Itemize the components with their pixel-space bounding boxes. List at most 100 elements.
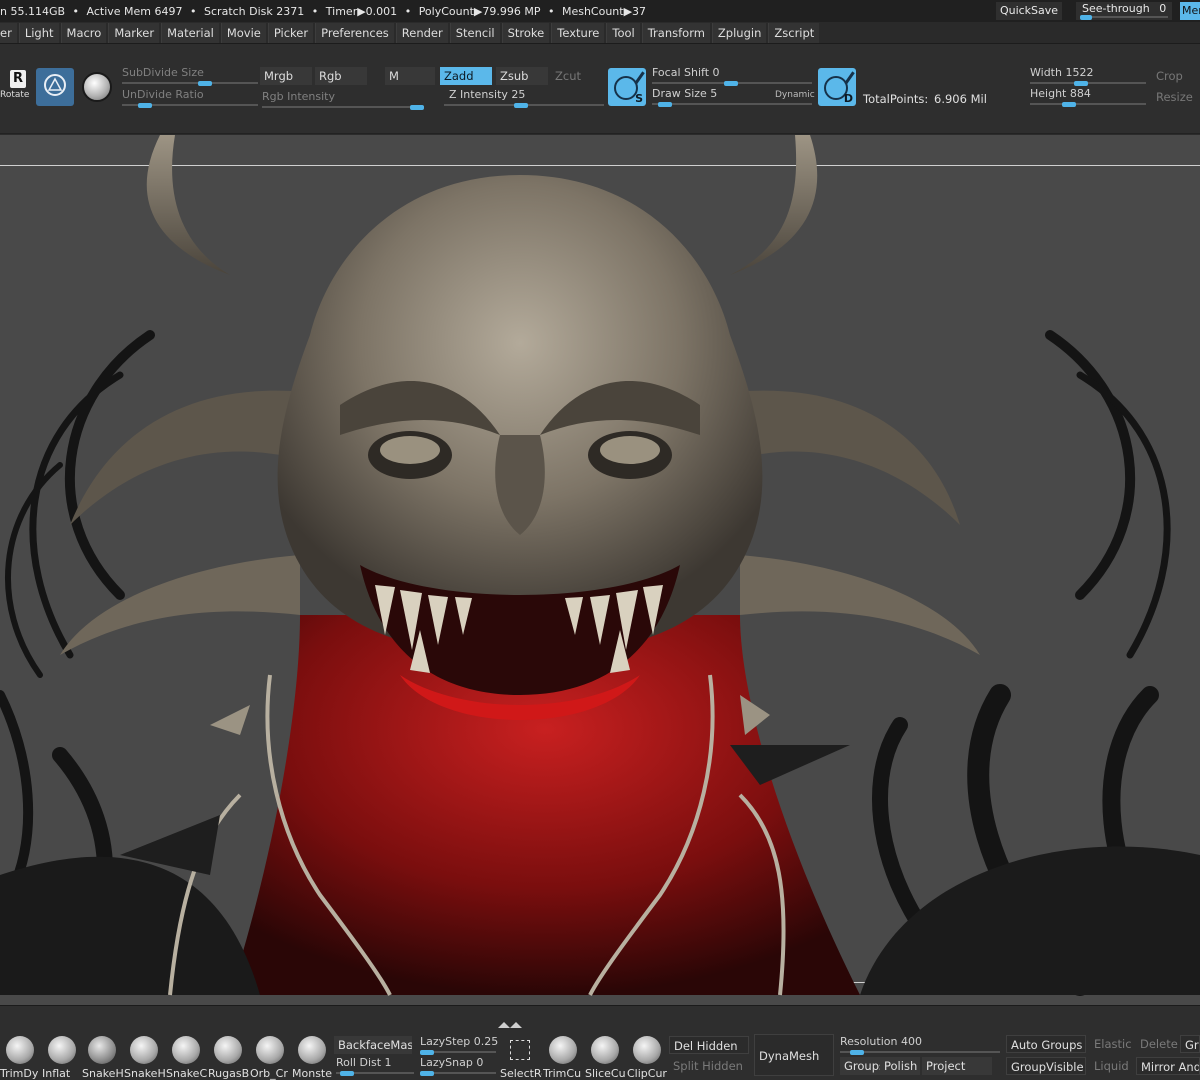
total-points-value: 6.906 Mil: [934, 92, 987, 106]
snakehook-brush-icon: [88, 1036, 116, 1064]
polish-button[interactable]: Polish: [880, 1057, 920, 1075]
select-rect-icon: [510, 1040, 530, 1060]
menu-item-stroke[interactable]: Stroke: [501, 22, 550, 43]
lazy-snap-slider[interactable]: LazySnap 0: [420, 1056, 496, 1076]
active-mem: Active Mem 6497: [86, 4, 183, 18]
tool-clip-curve[interactable]: ClipCur: [627, 1034, 667, 1080]
brush-monster[interactable]: Monste: [292, 1034, 332, 1080]
subdivide-size-knob[interactable]: [198, 81, 212, 86]
free-mem: n 55.114GB: [0, 4, 66, 18]
mirror-and-weld-button[interactable]: Mirror And: [1136, 1057, 1200, 1075]
tool-trim-curve[interactable]: TrimCu: [543, 1034, 583, 1080]
brush-rugasbump[interactable]: RugasB: [208, 1034, 249, 1080]
lazy-step-knob[interactable]: [420, 1050, 434, 1055]
focal-shift-slider[interactable]: Focal Shift 0: [652, 66, 812, 86]
sculptris-pro-button[interactable]: S: [608, 68, 646, 106]
shelf-scroll-arrows-icon[interactable]: [498, 1020, 522, 1030]
top-shelf: R Rotate SubDivide Size UnDivide Ratio M…: [0, 44, 1200, 134]
dynamesh-button[interactable]: DynaMesh: [754, 1034, 834, 1076]
mrgb-button[interactable]: Mrgb: [260, 67, 312, 85]
auto-groups-button[interactable]: Auto Groups: [1006, 1035, 1086, 1053]
polycount: PolyCount▶79.996 MP: [418, 4, 541, 18]
lazy-snap-knob[interactable]: [420, 1071, 434, 1076]
rgb-intensity-knob[interactable]: [410, 105, 424, 110]
split-hidden-button[interactable]: Split Hidden: [669, 1057, 749, 1075]
m-button[interactable]: M: [385, 67, 435, 85]
zcut-button[interactable]: Zcut: [551, 67, 601, 85]
brush-inflate[interactable]: Inflat: [42, 1034, 82, 1080]
draw-size-knob[interactable]: [658, 102, 672, 107]
group-visible-button[interactable]: GroupVisible: [1006, 1057, 1086, 1075]
menu-item-transform[interactable]: Transform: [641, 22, 710, 43]
undivide-ratio-knob[interactable]: [138, 103, 152, 108]
rgb-intensity-slider[interactable]: Rgb Intensity: [262, 90, 424, 110]
roll-dist-slider[interactable]: Roll Dist 1: [336, 1056, 414, 1076]
menu-item-picker[interactable]: Picker: [267, 22, 314, 43]
menu-item-macro[interactable]: Macro: [60, 22, 107, 43]
menu-item-marker[interactable]: Marker: [108, 22, 160, 43]
edit-mode-button[interactable]: [36, 68, 74, 106]
tool-select-rect[interactable]: SelectRe: [500, 1034, 542, 1080]
doc-height-knob[interactable]: [1062, 102, 1076, 107]
roll-dist-knob[interactable]: [340, 1071, 354, 1076]
menu-item-zscript[interactable]: Zscript: [768, 22, 820, 43]
menu-item-texture[interactable]: Texture: [551, 22, 605, 43]
z-intensity-knob[interactable]: [514, 103, 528, 108]
delete-button[interactable]: Delete: [1136, 1035, 1178, 1053]
groups-split-button[interactable]: Gro: [1180, 1035, 1200, 1053]
status-text: n 55.114GB • Active Mem 6497 • Scratch D…: [0, 4, 647, 18]
liquid-button[interactable]: Liquid: [1090, 1057, 1132, 1075]
resolution-slider[interactable]: Resolution 400: [840, 1035, 1000, 1055]
total-points-label: TotalPoints:: [863, 92, 929, 106]
menu-item-zplugin[interactable]: Zplugin: [711, 22, 767, 43]
material-sphere-button[interactable]: [78, 68, 116, 106]
brush-snakehook[interactable]: SnakeH: [82, 1034, 124, 1080]
rgb-button[interactable]: Rgb: [315, 67, 367, 85]
focal-shift-knob[interactable]: [724, 81, 738, 86]
menus-toggle[interactable]: Menus: [1180, 2, 1200, 20]
backface-mask-button[interactable]: BackfaceMask: [334, 1036, 412, 1054]
z-intensity-slider[interactable]: Z Intensity 25: [444, 88, 604, 108]
menu-item-light[interactable]: Light: [18, 22, 59, 43]
crop-button[interactable]: Crop: [1152, 67, 1200, 85]
brush-snakehook-2[interactable]: SnakeH: [124, 1034, 166, 1080]
see-through-slider[interactable]: See-through 0: [1076, 2, 1172, 20]
doc-height-slider[interactable]: Height 884: [1030, 87, 1146, 107]
dynamic-toggle[interactable]: Dynamic: [775, 90, 815, 100]
menu-item-tool[interactable]: Tool: [606, 22, 640, 43]
subdivide-size-slider[interactable]: SubDivide Size: [122, 66, 258, 86]
undivide-ratio-slider[interactable]: UnDivide Ratio: [122, 88, 258, 108]
dynamic-brush-button[interactable]: D: [818, 68, 856, 106]
brush-snakecactus[interactable]: SnakeC: [166, 1034, 207, 1080]
menu-item-movie[interactable]: Movie: [220, 22, 266, 43]
menu-item-layer[interactable]: er: [0, 22, 17, 43]
elastic-button[interactable]: Elastic: [1090, 1035, 1132, 1053]
canvas-viewport[interactable]: [0, 135, 1200, 1005]
status-bar: n 55.114GB • Active Mem 6497 • Scratch D…: [0, 0, 1200, 22]
menu-item-material[interactable]: Material: [161, 22, 219, 43]
brush-trimdynamic[interactable]: TrimDy: [0, 1034, 40, 1080]
del-hidden-button[interactable]: Del Hidden: [669, 1036, 749, 1054]
groups-button[interactable]: Groups: [840, 1057, 880, 1075]
trim-curve-icon: [549, 1036, 577, 1064]
doc-width-slider[interactable]: Width 1522: [1030, 66, 1146, 86]
menu-item-stencil[interactable]: Stencil: [449, 22, 500, 43]
brush-orb-cracks[interactable]: Orb_Cr: [250, 1034, 290, 1080]
quicksave-button[interactable]: QuickSave: [996, 2, 1062, 20]
zsub-button[interactable]: Zsub: [496, 67, 548, 85]
menu-item-render[interactable]: Render: [395, 22, 448, 43]
bottom-shelf: TrimDy Inflat SnakeH SnakeH SnakeC Rugas…: [0, 1005, 1200, 1080]
project-button[interactable]: Project: [922, 1057, 992, 1075]
timer: Timer▶0.001: [325, 4, 398, 18]
see-through-knob[interactable]: [1080, 15, 1092, 20]
tool-slice-curve[interactable]: SliceCu: [585, 1034, 626, 1080]
menu-item-preferences[interactable]: Preferences: [315, 22, 394, 43]
resolution-knob[interactable]: [850, 1050, 864, 1055]
inflate-brush-icon: [48, 1036, 76, 1064]
monster-brush-icon: [298, 1036, 326, 1064]
zadd-button[interactable]: Zadd: [440, 67, 492, 85]
lazy-step-slider[interactable]: LazyStep 0.25: [420, 1035, 498, 1055]
resize-button[interactable]: Resize: [1152, 88, 1200, 106]
doc-width-knob[interactable]: [1074, 81, 1088, 86]
rotate-button[interactable]: R Rotate: [0, 70, 30, 106]
